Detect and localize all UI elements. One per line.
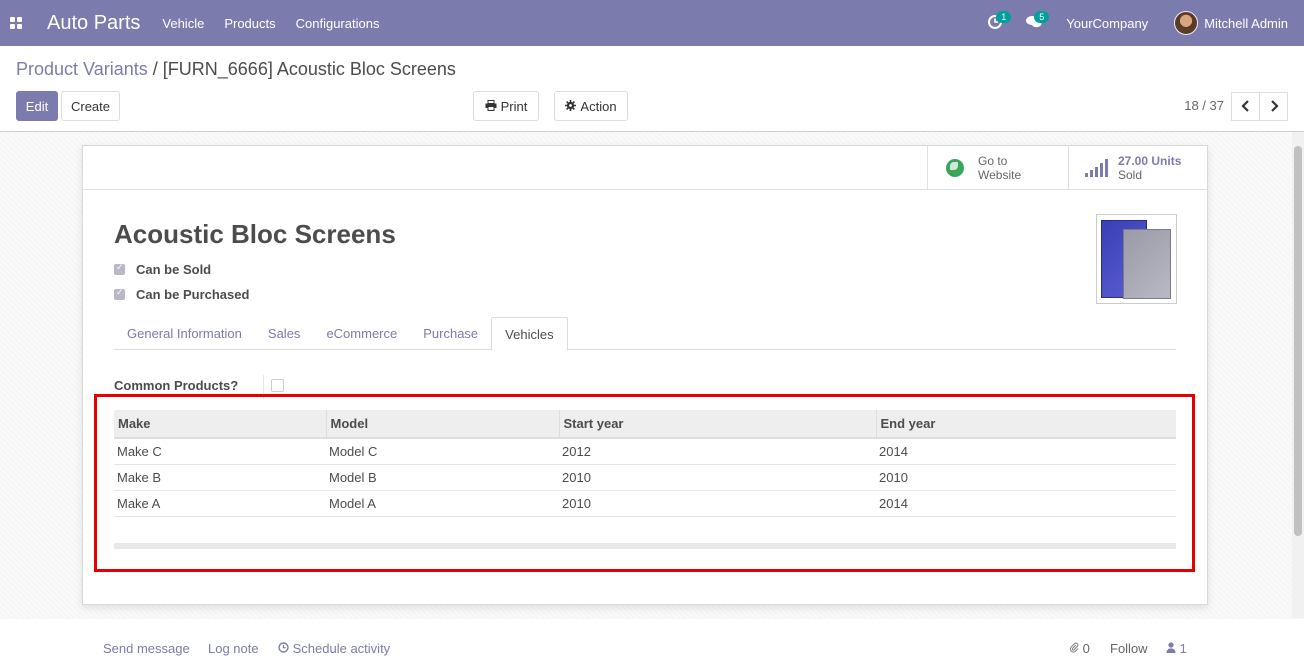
can-be-sold-checkbox[interactable]	[114, 262, 125, 275]
breadcrumb-separator: /	[152, 59, 158, 79]
company-switcher[interactable]: YourCompany	[1066, 16, 1148, 31]
can-be-purchased-label: Can be Purchased	[136, 287, 250, 302]
cell-model: Model A	[326, 490, 559, 517]
chevron-right-icon	[1269, 99, 1279, 115]
app-title[interactable]: Auto Parts	[47, 12, 140, 35]
menu-configurations[interactable]: Configurations	[296, 16, 380, 31]
tab-sales[interactable]: Sales	[255, 317, 314, 350]
tab-ecommerce[interactable]: eCommerce	[313, 317, 410, 350]
smart-button-box: Go to Website 27.00 Units Sold	[83, 146, 1207, 190]
user-icon	[1166, 641, 1180, 656]
table-header-row: Make Model Start year End year	[114, 410, 1176, 439]
cell-model: Model B	[326, 464, 559, 491]
can-be-purchased-checkbox[interactable]	[114, 287, 125, 300]
activity-menu[interactable]: 1	[988, 10, 1012, 32]
menu-products[interactable]: Products	[224, 16, 275, 31]
action-label: Action	[580, 98, 617, 114]
followers-button[interactable]: 1	[1166, 641, 1187, 656]
print-icon	[485, 99, 497, 114]
units-sold-label: Sold	[1118, 168, 1143, 182]
cell-start-year: 2010	[559, 490, 876, 517]
form-sheet: Go to Website 27.00 Units Sold Acoustic …	[82, 145, 1208, 605]
schedule-activity-label: Schedule activity	[292, 641, 391, 656]
breadcrumb-current: [FURN_6666] Acoustic Bloc Screens	[162, 59, 456, 79]
product-name: Acoustic Bloc Screens	[114, 219, 396, 249]
units-sold-button[interactable]: 27.00 Units Sold	[1068, 146, 1208, 190]
globe-icon	[946, 159, 964, 177]
field-separator	[263, 375, 264, 399]
pager-next-button[interactable]	[1259, 92, 1288, 121]
follow-button[interactable]: Follow	[1110, 641, 1148, 656]
tab-purchase[interactable]: Purchase	[410, 317, 491, 350]
chevron-left-icon	[1240, 99, 1251, 115]
tab-vehicles[interactable]: Vehicles	[491, 317, 568, 351]
activity-badge: 1	[996, 10, 1012, 23]
cell-end-year: 2014	[876, 438, 1176, 465]
followers-count: 1	[1179, 641, 1187, 656]
table-row[interactable]: Make B Model B 2010 2010	[114, 464, 1176, 491]
print-label: Print	[500, 98, 528, 114]
scrollbar-thumb[interactable]	[1294, 146, 1302, 536]
cell-start-year: 2010	[559, 464, 876, 491]
table-footer	[114, 542, 1176, 549]
messaging-menu[interactable]: 5	[1026, 10, 1050, 32]
create-button[interactable]: Create	[61, 91, 120, 121]
can-be-purchased-field: Can be Purchased	[114, 287, 249, 302]
top-navbar: Auto Parts Vehicle Products Configuratio…	[0, 0, 1304, 46]
common-products-checkbox[interactable]	[271, 379, 284, 392]
cell-make: Make C	[114, 438, 326, 465]
notebook-tabs: General Information Sales eCommerce Purc…	[114, 317, 1176, 351]
menu-vehicle[interactable]: Vehicle	[162, 16, 204, 31]
user-name: Mitchell Admin	[1204, 15, 1288, 31]
can-be-sold-field: Can be Sold	[114, 262, 211, 277]
product-image[interactable]	[1096, 214, 1177, 304]
units-sold-value: 27.00 Units	[1118, 154, 1182, 168]
pager-previous-button[interactable]	[1231, 92, 1260, 121]
edit-button[interactable]: Edit	[16, 91, 58, 121]
website-line2: Website	[978, 168, 1022, 182]
cell-make: Make A	[114, 490, 326, 517]
vehicles-table: Make Model Start year End year Make C Mo…	[114, 410, 1176, 549]
send-message-button[interactable]: Send message	[103, 641, 190, 656]
column-model[interactable]: Model	[326, 410, 560, 439]
schedule-activity-button[interactable]: Schedule activity	[278, 641, 390, 656]
common-products-label: Common Products?	[114, 378, 239, 393]
cell-end-year: 2014	[876, 490, 1176, 517]
tab-general-information[interactable]: General Information	[114, 317, 255, 350]
breadcrumb: Product Variants / [FURN_6666] Acoustic …	[16, 59, 456, 80]
attachments-count: 0	[1082, 641, 1090, 656]
log-note-button[interactable]: Log note	[208, 641, 259, 656]
go-to-website-button[interactable]: Go to Website	[927, 146, 1068, 190]
action-button[interactable]: Action	[554, 91, 628, 121]
pager-value[interactable]: 18 / 37	[1184, 98, 1224, 113]
cell-start-year: 2012	[559, 438, 876, 465]
column-end-year[interactable]: End year	[876, 410, 1176, 439]
column-start-year[interactable]: Start year	[559, 410, 877, 439]
messages-badge: 5	[1034, 10, 1050, 23]
print-button[interactable]: Print	[473, 91, 539, 121]
paperclip-icon	[1069, 641, 1083, 656]
cell-end-year: 2010	[876, 464, 1176, 491]
website-line1: Go to	[978, 154, 1008, 168]
vertical-scrollbar[interactable]	[1292, 132, 1304, 618]
chatter-bar: Send message Log note Schedule activity …	[0, 619, 1304, 669]
cell-model: Model C	[326, 438, 559, 465]
user-menu[interactable]: Mitchell Admin	[1174, 11, 1288, 35]
clock-icon	[278, 641, 293, 656]
apps-menu-icon[interactable]	[0, 0, 32, 46]
breadcrumb-parent[interactable]: Product Variants	[16, 59, 148, 79]
can-be-sold-label: Can be Sold	[136, 262, 212, 277]
table-row[interactable]: Make C Model C 2012 2014	[114, 438, 1176, 465]
table-row[interactable]: Make A Model A 2010 2014	[114, 490, 1176, 517]
bar-chart-icon	[1085, 159, 1110, 177]
column-make[interactable]: Make	[114, 410, 327, 439]
cell-make: Make B	[114, 464, 326, 491]
gear-icon	[565, 99, 577, 114]
avatar	[1174, 11, 1199, 35]
attachments-button[interactable]: 0	[1069, 641, 1090, 656]
